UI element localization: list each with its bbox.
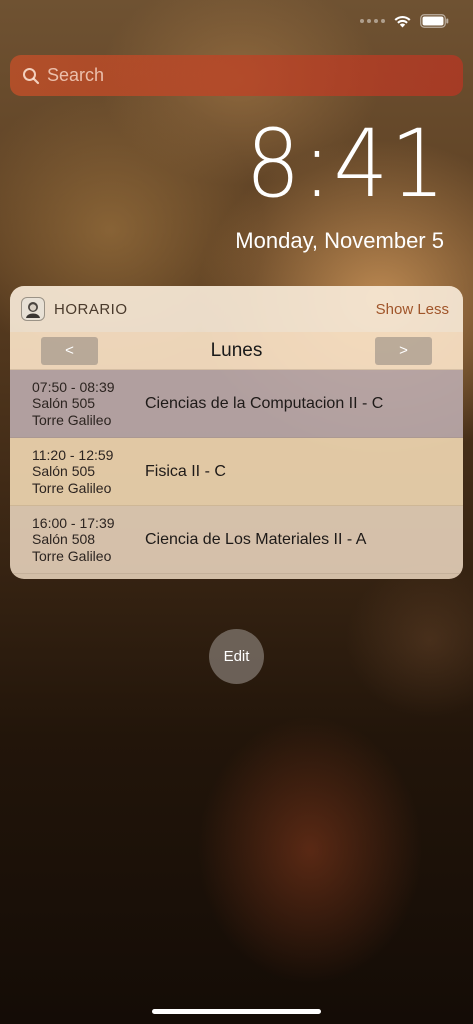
- class-room: Salón 505: [32, 463, 96, 480]
- search-bar[interactable]: Search: [10, 55, 463, 96]
- class-meta: 11:20 - 12:59 Salón 505 Torre Galileo: [10, 447, 145, 497]
- day-title: Lunes: [210, 339, 263, 361]
- class-building: Torre Galileo: [32, 411, 112, 428]
- home-indicator[interactable]: [152, 1009, 321, 1014]
- app-name: HORARIO: [54, 300, 128, 318]
- class-room: Salón 508: [32, 531, 96, 548]
- class-name: Ciencias de la Computacion II - C: [145, 394, 384, 412]
- widget-header: HORARIO Show Less: [10, 286, 463, 332]
- class-building: Torre Galileo: [32, 479, 112, 496]
- class-row[interactable]: 16:00 - 17:39 Salón 508 Torre Galileo Ci…: [10, 506, 463, 574]
- horario-widget: HORARIO Show Less < Lunes > 07:50 - 08:3…: [10, 286, 463, 579]
- edit-button[interactable]: Edit: [209, 629, 264, 684]
- class-room: Salón 505: [32, 395, 96, 412]
- clock-time: 8:41: [245, 110, 447, 219]
- class-time: 11:20 - 12:59: [32, 446, 114, 463]
- show-less-button[interactable]: Show Less: [376, 301, 449, 318]
- app-icon[interactable]: [21, 297, 45, 321]
- class-building: Torre Galileo: [32, 547, 112, 564]
- next-day-button[interactable]: >: [375, 336, 432, 365]
- previous-day-button[interactable]: <: [41, 336, 98, 365]
- class-name: Fisica II - C: [145, 462, 226, 480]
- day-navigation: < Lunes >: [10, 332, 463, 370]
- wifi-icon: [393, 14, 412, 28]
- signal-icon: [360, 19, 385, 23]
- class-row[interactable]: 07:50 - 08:39 Salón 505 Torre Galileo Ci…: [10, 370, 463, 438]
- search-icon: [22, 67, 40, 85]
- search-placeholder: Search: [47, 65, 105, 85]
- lock-screen: Search 8:41 Monday, November 5 HORARIO S…: [0, 0, 473, 1024]
- class-meta: 07:50 - 08:39 Salón 505 Torre Galileo: [10, 379, 145, 429]
- class-name: Ciencia de Los Materiales II - A: [145, 530, 367, 548]
- class-time: 07:50 - 08:39: [32, 378, 115, 395]
- class-row[interactable]: 11:20 - 12:59 Salón 505 Torre Galileo Fi…: [10, 438, 463, 506]
- class-time: 16:00 - 17:39: [32, 514, 115, 531]
- battery-icon: [420, 14, 449, 28]
- clock-date: Monday, November 5: [235, 228, 444, 253]
- class-meta: 16:00 - 17:39 Salón 508 Torre Galileo: [10, 515, 145, 565]
- status-bar: [360, 14, 449, 28]
